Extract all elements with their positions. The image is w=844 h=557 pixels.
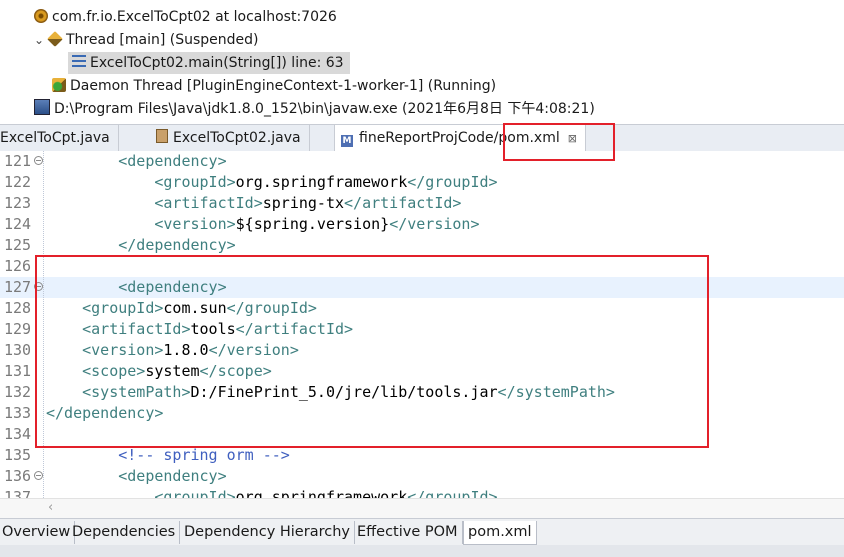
code-text: <artifactId>spring-tx</artifactId> (154, 194, 462, 212)
code-line[interactable]: 126 (0, 256, 844, 277)
line-number: 123 (4, 194, 32, 212)
code-line[interactable]: 129 <artifactId>tools</artifactId> (0, 319, 844, 340)
tab-effective-pom[interactable]: Effective POM (353, 521, 463, 544)
code-text: </dependency> (46, 404, 164, 422)
line-number: 125 (4, 236, 32, 254)
tab-label: ExcelToCpt02.java (173, 130, 301, 146)
code-text: <artifactId>tools</artifactId> (82, 320, 354, 338)
tab-pom-xml-source[interactable]: pom.xml (463, 521, 537, 545)
code-line[interactable]: 124 <version>${spring.version}</version> (0, 214, 844, 235)
line-number: 129 (4, 320, 32, 338)
debug-target-label: com.fr.io.ExcelToCpt02 at localhost:7026 (52, 9, 337, 25)
tab-label: fineReportProjCode/pom.xml (359, 130, 560, 146)
tab-label: pom.xml (468, 524, 532, 540)
tab-label: Overview (2, 524, 71, 540)
line-number: 126 (4, 257, 32, 275)
line-number: 131 (4, 362, 32, 380)
line-number: 127 (4, 278, 32, 296)
jvm-process-icon (34, 99, 50, 115)
code-text: <version>1.8.0</version> (82, 341, 299, 359)
line-number: 136 (4, 467, 32, 485)
stack-frame-row[interactable]: ExcelToCpt02.main(String[]) line: 63 (68, 52, 350, 74)
code-text: </dependency> (118, 236, 236, 254)
thread-running-icon (52, 78, 66, 92)
code-line[interactable]: 131 <scope>system</scope> (0, 361, 844, 382)
fold-toggle-icon[interactable] (34, 156, 43, 165)
fold-toggle-icon[interactable] (34, 471, 43, 480)
maven-pom-icon: M (341, 135, 353, 147)
jvm-process-row[interactable]: D:\Program Files\Java\jdk1.8.0_152\bin\j… (34, 98, 595, 120)
code-line[interactable]: 125 </dependency> (0, 235, 844, 256)
jvm-process-label: D:\Program Files\Java\jdk1.8.0_152\bin\j… (54, 101, 595, 117)
pom-editor-page-tabs: Overview Dependencies Dependency Hierarc… (0, 518, 844, 546)
code-line[interactable]: 122 <groupId>org.springframework</groupI… (0, 172, 844, 193)
bottom-panel-strip (0, 545, 844, 557)
tab-label: Effective POM (357, 524, 458, 540)
line-number: 121 (4, 152, 32, 170)
daemon-thread-row[interactable]: Daemon Thread [PluginEngineContext-1-wor… (52, 75, 496, 97)
line-number: 137 (4, 488, 32, 498)
code-line[interactable]: 137 <groupId>org.springframework</groupI… (0, 487, 844, 498)
scroll-left-icon[interactable]: ‹ (48, 500, 53, 515)
debug-view: com.fr.io.ExcelToCpt02 at localhost:7026… (0, 0, 844, 124)
line-number: 128 (4, 299, 32, 317)
thread-main-label: Thread [main] (Suspended) (66, 32, 259, 48)
code-line[interactable]: 121 <dependency> (0, 151, 844, 172)
line-number: 133 (4, 404, 32, 422)
code-text: <!-- spring orm --> (118, 446, 290, 464)
code-text: <version>${spring.version}</version> (154, 215, 480, 233)
chevron-down-icon[interactable]: ⌄ (34, 29, 44, 51)
line-number: 122 (4, 173, 32, 191)
line-number: 130 (4, 341, 32, 359)
code-line[interactable]: 134 (0, 424, 844, 445)
fold-toggle-icon[interactable] (34, 282, 43, 291)
code-line[interactable]: 136 <dependency> (0, 466, 844, 487)
line-number: 132 (4, 383, 32, 401)
debug-target-icon (34, 9, 48, 23)
tab-label: Dependency Hierarchy (184, 524, 350, 540)
code-line[interactable]: 135 <!-- spring orm --> (0, 445, 844, 466)
close-icon[interactable]: ⊠ (568, 126, 577, 152)
code-line[interactable]: 132 <systemPath>D:/FinePrint_5.0/jre/lib… (0, 382, 844, 403)
code-text: <scope>system</scope> (82, 362, 272, 380)
debug-target-row[interactable]: com.fr.io.ExcelToCpt02 at localhost:7026 (34, 6, 337, 28)
thread-main-row[interactable]: ⌄ Thread [main] (Suspended) (34, 29, 259, 51)
tab-label: Dependencies (72, 524, 176, 540)
code-text: <dependency> (118, 467, 227, 485)
tab-excel-to-cpt[interactable]: ExcelToCpt.java (0, 125, 119, 151)
code-text: <groupId>org.springframework</groupId> (154, 488, 498, 498)
tab-pom-xml[interactable]: MfineReportProjCode/pom.xml ⊠ (334, 125, 586, 152)
stack-frame-icon (72, 55, 86, 69)
horizontal-scrollbar[interactable]: ‹ (0, 498, 844, 519)
line-number: 134 (4, 425, 32, 443)
stack-frame-label: ExcelToCpt02.main(String[]) line: 63 (90, 55, 344, 71)
tab-dependency-hierarchy[interactable]: Dependency Hierarchy (180, 521, 355, 544)
code-text: <systemPath>D:/FinePrint_5.0/jre/lib/too… (82, 383, 615, 401)
editor-tab-bar: ExcelToCpt.java ExcelToCpt02.java MfineR… (0, 124, 844, 152)
tab-label: ExcelToCpt.java (0, 130, 110, 146)
daemon-thread-label: Daemon Thread [PluginEngineContext-1-wor… (70, 78, 497, 94)
java-file-icon (156, 129, 168, 143)
code-text: <dependency> (118, 152, 227, 170)
gutter-divider (43, 151, 44, 498)
line-number: 124 (4, 215, 32, 233)
xml-source-editor[interactable]: 121 <dependency> 122 <groupId>org.springf… (0, 151, 844, 498)
code-line[interactable]: 128 <groupId>com.sun</groupId> (0, 298, 844, 319)
tab-overview[interactable]: Overview (0, 521, 76, 544)
code-line[interactable]: 133 </dependency> (0, 403, 844, 424)
code-text: <dependency> (118, 278, 227, 296)
thread-suspended-icon (47, 31, 63, 47)
code-line[interactable]: 127 <dependency> (0, 277, 844, 298)
code-line[interactable]: 130 <version>1.8.0</version> (0, 340, 844, 361)
line-number: 135 (4, 446, 32, 464)
code-text: <groupId>com.sun</groupId> (82, 299, 317, 317)
tab-dependencies[interactable]: Dependencies (68, 521, 181, 544)
code-line[interactable]: 123 <artifactId>spring-tx</artifactId> (0, 193, 844, 214)
tab-excel-to-cpt02[interactable]: ExcelToCpt02.java (150, 125, 310, 151)
code-text: <groupId>org.springframework</groupId> (154, 173, 498, 191)
